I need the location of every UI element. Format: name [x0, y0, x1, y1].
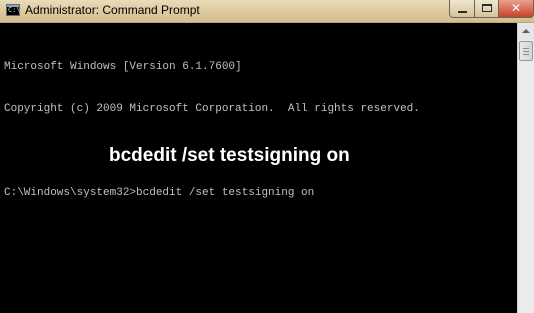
console-line-copyright: Copyright (c) 2009 Microsoft Corporation… — [4, 103, 420, 115]
maximize-icon — [482, 4, 492, 12]
vertical-scrollbar[interactable] — [517, 23, 534, 313]
grip-line — [523, 51, 529, 52]
cmd-icon[interactable]: C:\ — [6, 4, 21, 16]
grip-line — [523, 48, 529, 49]
scroll-thumb[interactable] — [519, 41, 533, 61]
console-output: Microsoft Windows [Version 6.1.7600] Cop… — [4, 32, 420, 228]
close-button[interactable]: ✕ — [498, 0, 534, 18]
console-line-command: C:\Windows\system32>bcdedit /set testsig… — [4, 187, 315, 199]
close-icon: ✕ — [510, 1, 522, 15]
console-line-version: Microsoft Windows [Version 6.1.7600] — [4, 61, 242, 73]
maximize-button[interactable] — [474, 0, 499, 18]
chevron-up-icon — [522, 29, 530, 33]
overlay-caption: bcdedit /set testsigning on — [109, 145, 350, 166]
title-bar[interactable]: C:\ Administrator: Command Prompt ✕ — [0, 0, 534, 23]
scroll-up-button[interactable] — [518, 23, 534, 40]
minimize-icon — [458, 11, 467, 13]
window-title: Administrator: Command Prompt — [25, 3, 200, 17]
command-prompt-window: C:\ Administrator: Command Prompt ✕ Micr… — [0, 0, 534, 313]
grip-line — [523, 54, 529, 55]
console-area[interactable]: Microsoft Windows [Version 6.1.7600] Cop… — [0, 23, 517, 313]
cmd-icon-prompt: C:\ — [8, 6, 21, 14]
minimize-button[interactable] — [449, 0, 475, 18]
